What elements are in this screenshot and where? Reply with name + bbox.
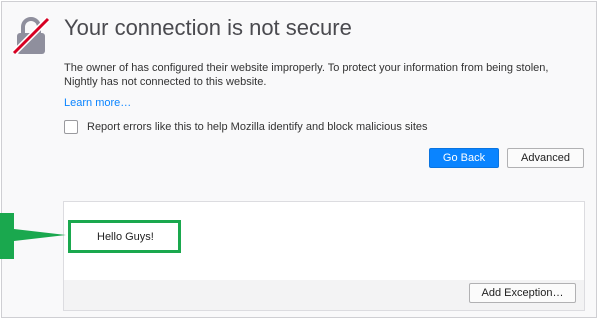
advanced-panel: Hello Guys! Add Exception…: [63, 201, 585, 311]
page-title: Your connection is not secure: [64, 15, 352, 40]
highlighted-text: Hello Guys!: [97, 230, 154, 243]
learn-more-link[interactable]: Learn more…: [64, 97, 131, 109]
report-errors-label[interactable]: Report errors like this to help Mozilla …: [87, 121, 428, 133]
advanced-panel-content: Hello Guys!: [64, 202, 584, 280]
report-errors-checkbox[interactable]: [64, 120, 78, 134]
report-errors-row[interactable]: Report errors like this to help Mozilla …: [64, 119, 428, 135]
annotation-highlight-box: Hello Guys!: [68, 220, 181, 253]
add-exception-button[interactable]: Add Exception…: [469, 283, 576, 303]
error-description: The owner of has configured their websit…: [64, 62, 549, 88]
advanced-button[interactable]: Advanced: [507, 148, 584, 168]
broken-lock-icon: [11, 16, 51, 56]
go-back-button[interactable]: Go Back: [429, 148, 499, 168]
error-page: Your connection is not secure The owner …: [1, 1, 597, 318]
green-arrow-icon: [0, 213, 66, 259]
